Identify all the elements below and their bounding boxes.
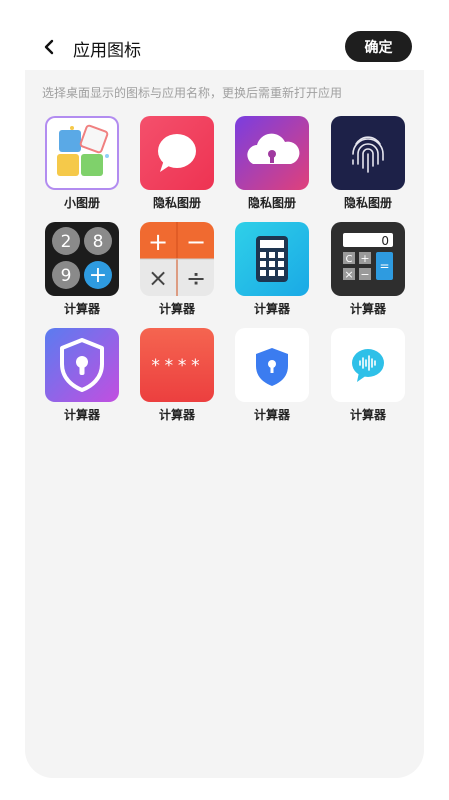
app-option-dark-calculator[interactable]: 0 C + × − = 计算器 <box>331 222 405 317</box>
ball-digit: 9 <box>61 266 72 286</box>
puzzle-icon <box>45 116 119 190</box>
app-label: 计算器 <box>63 302 100 316</box>
app-label: 计算器 <box>253 302 290 316</box>
app-option-shield-keyhole[interactable]: 计算器 <box>235 328 309 423</box>
chevron-left-icon <box>44 39 54 55</box>
calc-key: + <box>360 252 369 265</box>
operator-symbol: × <box>148 264 168 292</box>
app-label: 隐私图册 <box>152 196 201 210</box>
app-option-shield-lock[interactable]: 计算器 <box>45 328 119 423</box>
app-label: 计算器 <box>63 408 100 422</box>
app-label: 计算器 <box>349 408 386 422</box>
number-balls-icon: 2 8 9 + <box>45 222 119 296</box>
app-option-cloud[interactable]: 隐私图册 <box>235 116 309 211</box>
top-bar: 应用图标 确定 <box>0 0 449 70</box>
voice-bubble-icon <box>331 328 405 402</box>
app-option-puzzle[interactable]: 小图册 <box>45 116 119 211</box>
app-option-fingerprint[interactable]: 隐私图册 <box>331 116 405 211</box>
calc-key: = <box>379 259 389 273</box>
ball-digit: + <box>89 263 107 288</box>
app-option-voice-bubble[interactable]: 计算器 <box>331 328 405 423</box>
app-label: 计算器 <box>158 408 195 422</box>
ball-digit: 2 <box>61 232 72 252</box>
calc-key: × <box>344 268 353 281</box>
dark-calculator-icon: 0 C + × − = <box>331 222 405 296</box>
confirm-button[interactable]: 确定 <box>345 31 412 62</box>
shield-lock-icon <box>45 328 119 402</box>
app-option-operator-grid[interactable]: + − × ÷ 计算器 <box>140 222 214 317</box>
operator-symbol: − <box>186 228 206 256</box>
calc-key: − <box>360 268 369 281</box>
app-option-chat[interactable]: 隐私图册 <box>140 116 214 211</box>
operator-grid-icon: + − × ÷ <box>140 222 214 296</box>
calculator-icon <box>235 222 309 296</box>
app-label: 隐私图册 <box>247 196 296 210</box>
app-label: 计算器 <box>349 302 386 316</box>
page-title: 应用图标 <box>73 41 141 61</box>
shield-keyhole-icon <box>235 328 309 402</box>
app-label: 小图册 <box>63 196 100 210</box>
hint-text: 选择桌面显示的图标与应用名称，更换后需重新打开应用 <box>42 86 343 100</box>
app-label: 隐私图册 <box>343 196 392 210</box>
app-label: 计算器 <box>253 408 290 422</box>
password-mask: **** <box>151 356 204 376</box>
icon-panel: 选择桌面显示的图标与应用名称，更换后需重新打开应用 小图册 隐私图册 隐私图册 … <box>25 70 424 778</box>
operator-symbol: ÷ <box>186 264 206 292</box>
app-option-number-balls[interactable]: 2 8 9 + 计算器 <box>45 222 119 317</box>
calc-key: C <box>346 254 353 265</box>
operator-symbol: + <box>148 228 168 256</box>
app-label: 计算器 <box>158 302 195 316</box>
ball-digit: 8 <box>93 232 104 252</box>
app-option-calculator[interactable]: 计算器 <box>235 222 309 317</box>
calc-display: 0 <box>381 234 389 248</box>
chat-bubble-icon <box>140 116 214 190</box>
back-button[interactable] <box>38 33 60 61</box>
app-option-password-dots[interactable]: **** 计算器 <box>140 328 214 423</box>
password-dots-icon: **** <box>140 328 214 402</box>
fingerprint-icon <box>331 116 405 190</box>
cloud-lock-icon <box>235 116 309 190</box>
